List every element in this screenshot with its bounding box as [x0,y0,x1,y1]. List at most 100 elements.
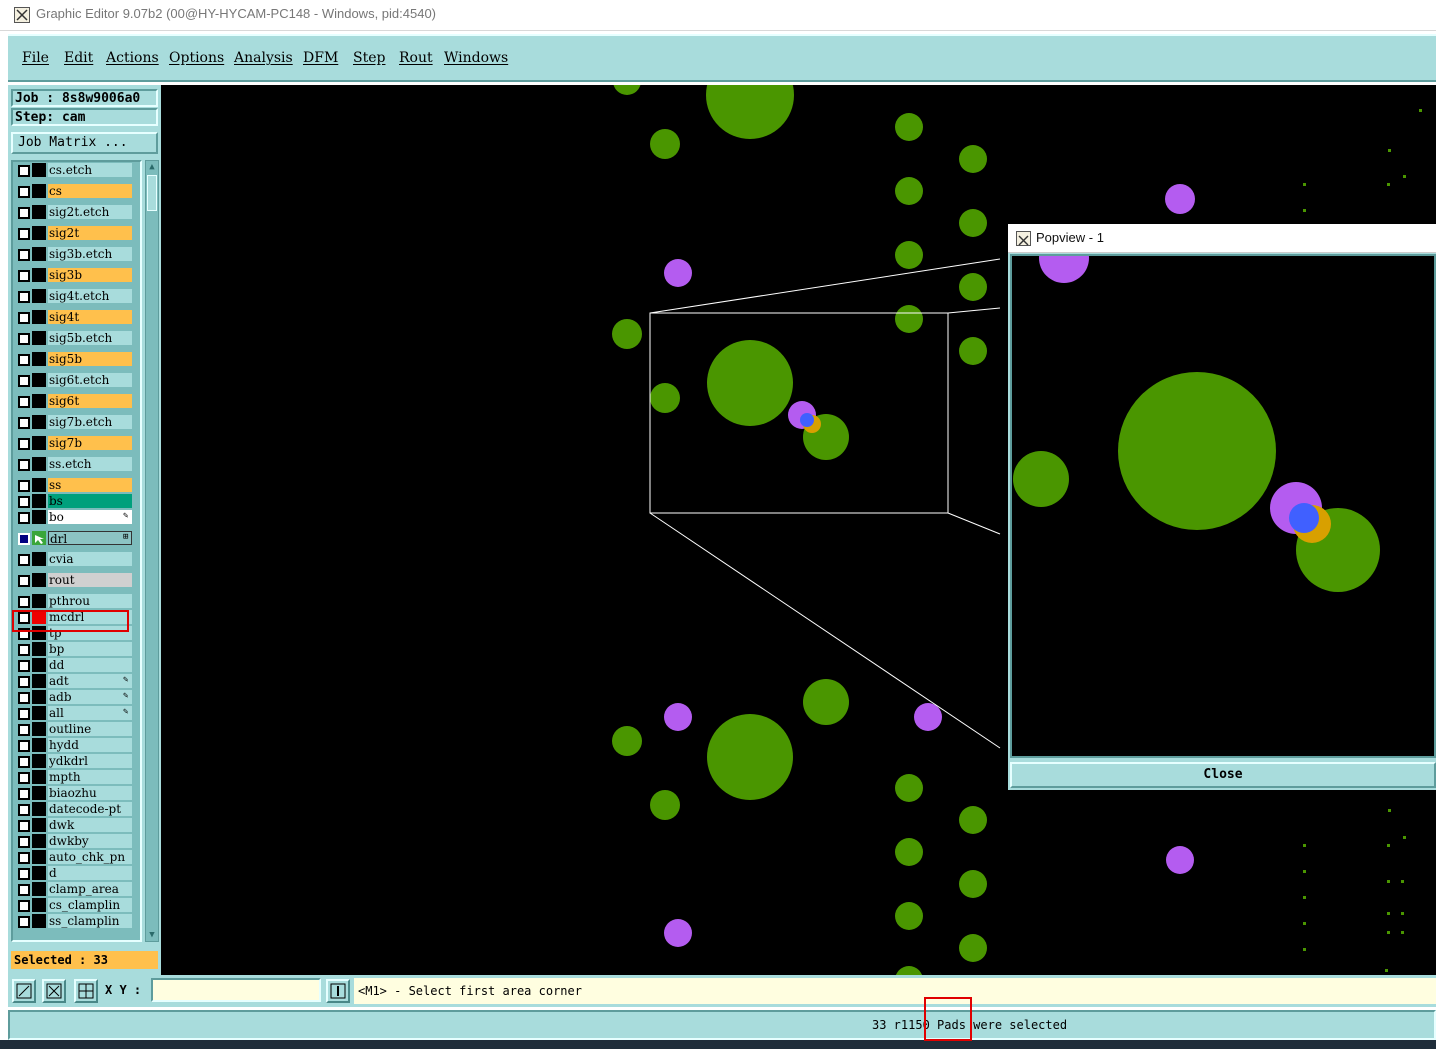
layer-checkbox[interactable] [18,756,30,768]
layer-color-indicator[interactable] [32,184,46,198]
layer-color-indicator[interactable] [32,898,46,912]
menu-file[interactable]: File [22,50,49,66]
layer-checkbox[interactable] [18,165,30,177]
layer-color-indicator[interactable] [32,436,46,450]
layer-checkbox[interactable] [18,333,30,345]
layer-name[interactable]: dd [48,658,132,672]
layer-name[interactable]: cs.etch [48,163,132,177]
layer-name[interactable]: pthrou [48,594,132,608]
layer-checkbox[interactable] [18,628,30,640]
layer-checkbox[interactable] [18,533,30,545]
layer-name[interactable]: sig5b.etch [48,331,132,345]
layer-color-indicator[interactable] [32,331,46,345]
layer-checkbox[interactable] [18,575,30,587]
layer-color-indicator[interactable] [32,594,46,608]
layer-color-indicator[interactable] [32,205,46,219]
layer-color-indicator[interactable] [32,658,46,672]
layer-name[interactable]: sig5b [48,352,132,366]
layer-color-indicator[interactable] [32,674,46,688]
layer-color-indicator[interactable] [32,310,46,324]
layer-name[interactable]: cvia [48,552,132,566]
measure-button[interactable] [326,979,350,1003]
layer-color-indicator[interactable] [32,642,46,656]
layer-list-scrollbar[interactable]: ▲ ▼ [145,160,159,942]
layer-color-indicator[interactable] [32,738,46,752]
popview-titlebar[interactable]: Popview - 1 [1008,224,1436,253]
layer-name[interactable]: cs [48,184,132,198]
popview-canvas[interactable] [1010,254,1436,758]
layer-checkbox[interactable] [18,884,30,896]
layer-checkbox[interactable] [18,512,30,524]
layer-checkbox[interactable] [18,496,30,508]
layer-checkbox[interactable] [18,660,30,672]
layer-color-indicator[interactable] [32,834,46,848]
layer-color-indicator[interactable] [32,722,46,736]
layer-checkbox[interactable] [18,354,30,366]
zoom-fit-button[interactable] [42,979,66,1003]
layer-name[interactable]: dwkby [48,834,132,848]
layer-color-indicator[interactable] [32,866,46,880]
job-matrix-button[interactable]: Job Matrix ... [11,132,158,154]
layer-color-indicator[interactable] [32,510,46,524]
layer-name[interactable]: rout [48,573,132,587]
layer-name[interactable]: ydkdrl [48,754,132,768]
layer-checkbox[interactable] [18,692,30,704]
layer-checkbox[interactable] [18,804,30,816]
layer-color-indicator[interactable] [32,478,46,492]
layer-name[interactable]: bs [48,494,132,508]
layer-checkbox[interactable] [18,438,30,450]
layer-name[interactable]: drl [48,531,132,545]
work-layer-arrow-icon[interactable] [32,531,46,545]
layer-name[interactable]: biaozhu [48,786,132,800]
layer-color-indicator[interactable] [32,818,46,832]
layer-color-indicator[interactable] [32,247,46,261]
layer-name[interactable]: tp [48,626,132,640]
layer-checkbox[interactable] [18,186,30,198]
layer-checkbox[interactable] [18,644,30,656]
layer-color-indicator[interactable] [32,373,46,387]
grid-snap-button[interactable] [74,979,98,1003]
layer-checkbox[interactable] [18,375,30,387]
layer-checkbox[interactable] [18,228,30,240]
layer-checkbox[interactable] [18,596,30,608]
layer-name[interactable]: bp [48,642,132,656]
layer-checkbox[interactable] [18,852,30,864]
layer-color-indicator[interactable] [32,494,46,508]
layer-color-indicator[interactable] [32,573,46,587]
layer-color-indicator[interactable] [32,850,46,864]
layer-checkbox[interactable] [18,820,30,832]
menu-windows[interactable]: Windows [444,50,508,66]
layer-color-indicator[interactable] [32,415,46,429]
layer-checkbox[interactable] [18,554,30,566]
layer-name[interactable]: sig7b.etch [48,415,132,429]
scroll-down-icon[interactable]: ▼ [147,930,157,940]
layer-color-indicator[interactable] [32,457,46,471]
layer-color-indicator[interactable] [32,352,46,366]
layer-name[interactable]: sig2t.etch [48,205,132,219]
layer-color-indicator[interactable] [32,690,46,704]
menu-edit[interactable]: Edit [64,50,93,66]
layer-checkbox[interactable] [18,916,30,928]
layer-name[interactable]: sig4t.etch [48,289,132,303]
layer-checkbox[interactable] [18,249,30,261]
menu-step[interactable]: Step [353,50,385,66]
menu-actions[interactable]: Actions [106,50,159,66]
layer-name[interactable]: d [48,866,132,880]
layer-name[interactable]: sig6t.etch [48,373,132,387]
layer-color-indicator[interactable] [32,786,46,800]
layer-name[interactable]: adt [48,674,132,688]
layer-checkbox[interactable] [18,612,30,624]
menu-dfm[interactable]: DFM [303,50,338,66]
layer-color-indicator[interactable] [32,754,46,768]
layer-name[interactable]: ss [48,478,132,492]
layer-name[interactable]: sig7b [48,436,132,450]
scroll-thumb[interactable] [147,175,157,211]
layer-checkbox[interactable] [18,708,30,720]
layer-checkbox[interactable] [18,291,30,303]
layer-color-indicator[interactable] [32,226,46,240]
layer-color-indicator[interactable] [32,552,46,566]
layer-name[interactable]: mcdrl [48,610,132,624]
xy-coordinate-input[interactable] [151,978,321,1002]
layer-name[interactable]: sig3b.etch [48,247,132,261]
layer-color-indicator[interactable] [32,610,46,624]
